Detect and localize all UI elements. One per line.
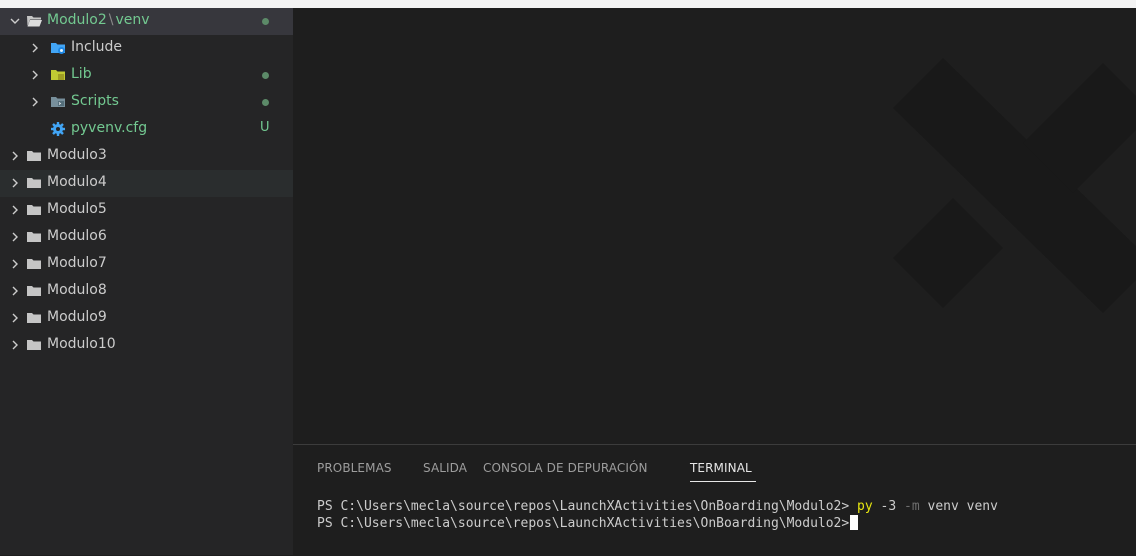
folder-lib-icon: [50, 67, 66, 83]
chevron-right-icon: [28, 68, 42, 82]
tree-item-folder[interactable]: Modulo8: [0, 278, 293, 305]
folder-icon: [26, 148, 42, 164]
chevron-right-icon: [8, 338, 22, 352]
chevron-down-icon: [8, 14, 22, 28]
gear-icon: [50, 121, 66, 137]
tree-item-label: Lib: [71, 66, 92, 82]
tree-item-pyvenv-cfg[interactable]: pyvenv.cfg U: [0, 116, 293, 143]
chevron-right-icon: [8, 311, 22, 325]
folder-open-icon: [26, 13, 42, 29]
tree-item-label: Modulo10: [47, 336, 116, 352]
tree-item-label: pyvenv.cfg: [71, 120, 148, 136]
active-tab-indicator: [690, 481, 756, 482]
explorer-sidebar: Modulo2 \ venv Include Lib Scripts pyven…: [0, 8, 293, 555]
folder-scripts-icon: [50, 94, 66, 110]
folder-icon: [26, 202, 42, 218]
window-top-edge: [0, 0, 1136, 8]
tab-salida[interactable]: SALIDA: [423, 461, 467, 475]
tree-item-label: Scripts: [71, 93, 119, 109]
tree-item-include[interactable]: Include: [0, 35, 293, 62]
git-modified-dot: [262, 18, 269, 25]
terminal-command-version: -3: [880, 499, 897, 514]
chevron-right-icon: [28, 41, 42, 55]
chevron-right-icon: [8, 203, 22, 217]
folder-icon: [26, 283, 42, 299]
tree-item-label: Include: [71, 39, 122, 55]
git-untracked-badge: U: [260, 120, 270, 135]
terminal-command-args: venv venv: [927, 499, 998, 514]
terminal-output[interactable]: PS C:\Users\mecla\source\repos\LaunchXAc…: [317, 499, 998, 532]
folder-icon: [26, 175, 42, 191]
tree-item-sublabel: venv: [115, 12, 150, 28]
folder-icon: [26, 256, 42, 272]
tree-item-scripts[interactable]: Scripts: [0, 89, 293, 116]
chevron-right-icon: [28, 95, 42, 109]
terminal-cursor: [850, 515, 859, 530]
tab-consola-depuracion[interactable]: CONSOLA DE DEPURACIÓN: [483, 461, 648, 475]
tree-item-folder[interactable]: Modulo3: [0, 143, 293, 170]
folder-include-icon: [50, 40, 66, 56]
editor-area[interactable]: [293, 8, 1136, 444]
tree-item-folder[interactable]: Modulo4: [0, 170, 293, 197]
tree-item-label: Modulo8: [47, 282, 107, 298]
git-modified-dot: [262, 72, 269, 79]
tree-item-folder[interactable]: Modulo6: [0, 224, 293, 251]
path-separator: \: [108, 12, 114, 28]
git-modified-dot: [262, 99, 269, 106]
tree-item-label: Modulo5: [47, 201, 107, 217]
tree-item-folder[interactable]: Modulo10: [0, 332, 293, 359]
chevron-right-icon: [8, 284, 22, 298]
chevron-right-icon: [8, 257, 22, 271]
vscode-watermark-icon: [893, 58, 1136, 313]
tree-item-folder[interactable]: Modulo9: [0, 305, 293, 332]
folder-icon: [26, 310, 42, 326]
tree-item-label: Modulo7: [47, 255, 107, 271]
tree-item-lib[interactable]: Lib: [0, 62, 293, 89]
tree-item-folder[interactable]: Modulo7: [0, 251, 293, 278]
chevron-right-icon: [8, 230, 22, 244]
tree-item-label: Modulo4: [47, 174, 107, 190]
terminal-command-flag: -m: [904, 499, 920, 514]
tree-item-label: Modulo2: [47, 12, 107, 28]
tree-item-folder[interactable]: Modulo5: [0, 197, 293, 224]
tree-item-label: Modulo3: [47, 147, 107, 163]
tree-item-label: Modulo9: [47, 309, 107, 325]
tab-terminal-label: TERMINAL: [690, 461, 752, 475]
tab-terminal[interactable]: TERMINAL: [690, 461, 756, 482]
chevron-right-icon: [8, 176, 22, 190]
tree-item-label: Modulo6: [47, 228, 107, 244]
terminal-prompt: PS C:\Users\mecla\source\repos\LaunchXAc…: [317, 499, 850, 514]
tree-item-venv[interactable]: Modulo2 \ venv: [0, 8, 293, 35]
folder-icon: [26, 337, 42, 353]
chevron-right-icon: [8, 149, 22, 163]
terminal-command-exe: py: [857, 499, 873, 514]
bottom-panel: PROBLEMAS SALIDA CONSOLA DE DEPURACIÓN T…: [293, 444, 1136, 556]
terminal-prompt: PS C:\Users\mecla\source\repos\LaunchXAc…: [317, 516, 850, 531]
tab-problemas[interactable]: PROBLEMAS: [317, 461, 392, 475]
folder-icon: [26, 229, 42, 245]
